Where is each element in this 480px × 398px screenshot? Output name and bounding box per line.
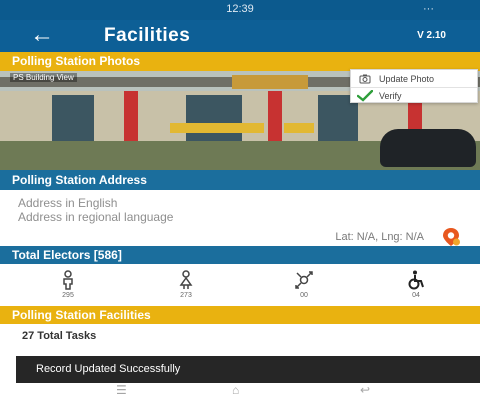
elector-third-gender: 00 xyxy=(282,270,326,306)
elector-count: 273 xyxy=(180,292,192,299)
photo-banner xyxy=(170,123,264,133)
system-nav-bar: ☰ ⌂ ↩ xyxy=(0,383,480,398)
pwd-wheelchair-icon xyxy=(408,270,424,290)
third-gender-icon xyxy=(295,271,313,289)
location-pin-icon[interactable] xyxy=(440,226,462,248)
photo-sign xyxy=(232,75,308,89)
camera-icon xyxy=(359,74,371,84)
photo-pillar xyxy=(124,91,138,141)
status-time: 12:39 xyxy=(226,3,254,15)
home-icon[interactable]: ⌂ xyxy=(232,384,239,396)
back-nav-icon[interactable]: ↩ xyxy=(360,384,370,396)
total-tasks-text: 27 Total Tasks xyxy=(22,330,97,342)
update-photo-label: Update Photo xyxy=(379,74,435,84)
address-panel: Address in English Address in regional l… xyxy=(0,190,480,246)
elector-count: 295 xyxy=(62,292,74,299)
verify-label: Verify xyxy=(379,91,402,101)
status-indicators: ··· xyxy=(423,3,434,15)
app-bar: ← Facilities V 2.10 xyxy=(0,20,480,52)
back-arrow-icon[interactable]: ← xyxy=(30,21,54,49)
photo-door xyxy=(52,95,94,141)
elector-female: 273 xyxy=(164,270,208,306)
photo-caption: PS Building View xyxy=(10,73,77,82)
electors-section-header: Total Electors [586] xyxy=(0,246,480,264)
app-version: V 2.10 xyxy=(417,30,446,41)
male-icon xyxy=(63,270,73,290)
address-section-header: Polling Station Address xyxy=(0,170,480,190)
verify-button[interactable]: Verify xyxy=(357,88,475,104)
page-title: Facilities xyxy=(104,25,191,46)
address-regional: Address in regional language xyxy=(18,210,174,224)
update-photo-button[interactable]: Update Photo xyxy=(357,71,475,87)
elector-count: 04 xyxy=(412,292,420,299)
electors-panel: 295 273 00 04 xyxy=(0,264,480,306)
photo-pillar xyxy=(268,91,282,141)
check-icon xyxy=(357,90,373,102)
address-english: Address in English xyxy=(18,196,118,210)
female-icon xyxy=(179,270,193,289)
photo-pager xyxy=(232,162,250,170)
status-bar: 12:39 ··· xyxy=(0,0,480,20)
photo-banner xyxy=(284,123,314,133)
photo-menu: Update Photo Verify xyxy=(350,69,478,103)
lat-lng-text: Lat: N/A, Lng: N/A xyxy=(335,231,424,243)
photo-window xyxy=(186,95,242,141)
elector-male: 295 xyxy=(46,270,90,306)
photo-motorbike xyxy=(380,129,476,167)
elector-pwd: 04 xyxy=(394,270,438,306)
elector-count: 00 xyxy=(300,292,308,299)
recent-apps-icon[interactable]: ☰ xyxy=(116,384,127,396)
facilities-section-header: Polling Station Facilities xyxy=(0,306,480,324)
toast-message: Record Updated Successfully xyxy=(16,356,480,383)
